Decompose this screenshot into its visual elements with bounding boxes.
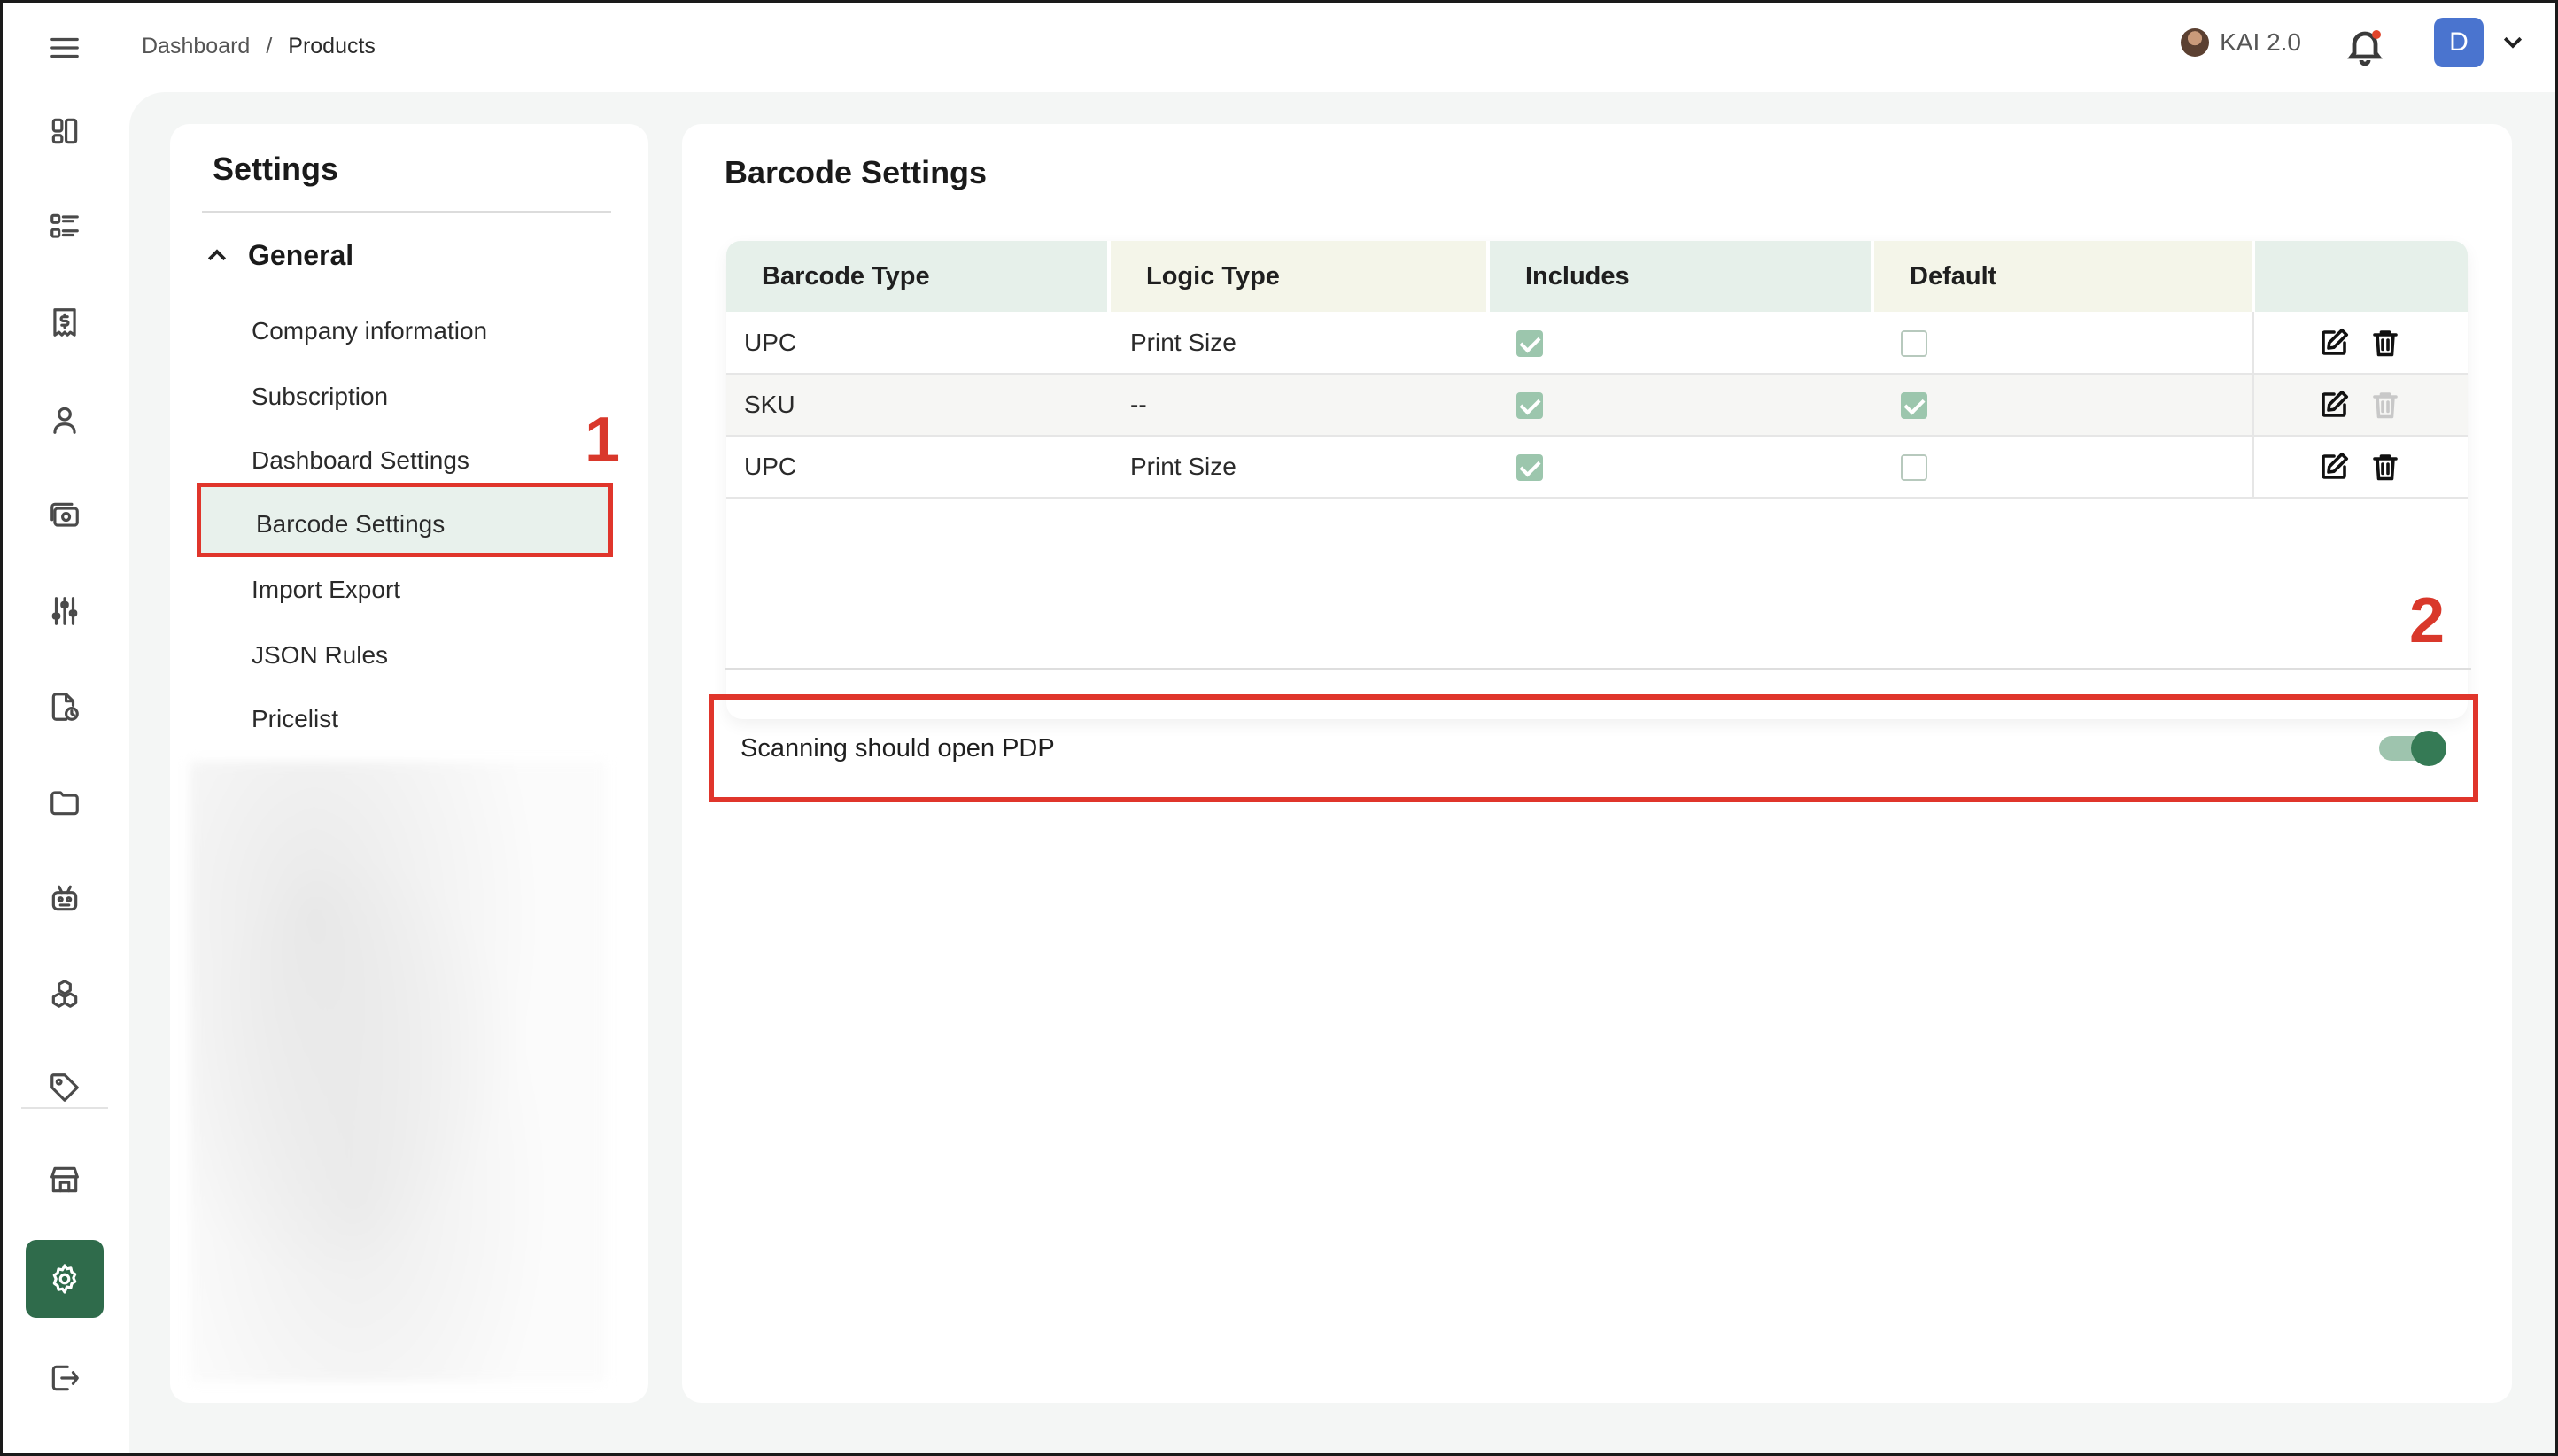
cell-barcode-type: UPC (726, 312, 1109, 375)
barcode-settings-panel: Barcode Settings Barcode Type Logic Type… (682, 124, 2512, 1403)
page-title: Barcode Settings (725, 154, 988, 190)
column-default: Default (1872, 241, 2255, 312)
settings-gear-icon[interactable] (26, 1240, 104, 1318)
scan-open-pdp-row: Scanning should open PDP (709, 694, 2478, 802)
breadcrumb-products: Products (288, 34, 376, 58)
toggle-knob (2411, 731, 2446, 766)
column-includes: Includes (1488, 241, 1874, 312)
notification-bell-icon[interactable] (2344, 25, 2386, 67)
menu-icon[interactable] (26, 9, 104, 87)
breadcrumb: Dashboard / Products (142, 34, 376, 59)
user-icon[interactable] (26, 381, 104, 459)
settings-item-dashboard-settings[interactable]: Dashboard Settings (252, 443, 469, 478)
default-checkbox[interactable] (1901, 392, 1927, 420)
annotation-2: 2 (2409, 585, 2446, 656)
settings-panel: Settings General Company information Sub… (170, 124, 648, 1403)
cell-logic-type: -- (1109, 374, 1488, 437)
kai-assistant-button[interactable]: KAI 2.0 (2181, 28, 2301, 57)
store-icon[interactable] (26, 1141, 104, 1219)
column-actions (2253, 241, 2468, 312)
rail-divider (21, 1107, 108, 1109)
settings-item-subscription[interactable]: Subscription (252, 379, 388, 414)
cell-barcode-type: SKU (726, 374, 1109, 437)
settings-divider (202, 211, 611, 213)
user-avatar[interactable]: D (2434, 18, 2484, 67)
settings-item-pricelist[interactable]: Pricelist (252, 701, 338, 737)
includes-checkbox[interactable] (1516, 392, 1543, 420)
tag-icon[interactable] (26, 1049, 104, 1127)
top-bar: Dashboard / Products KAI 2.0 D (129, 0, 2558, 92)
edit-icon[interactable] (2318, 451, 2350, 483)
blurred-region (190, 762, 606, 1382)
settings-item-import-export[interactable]: Import Export (252, 572, 400, 608)
breadcrumb-dashboard[interactable]: Dashboard (142, 34, 250, 59)
trash-icon[interactable] (2369, 451, 2401, 483)
logout-icon[interactable] (26, 1339, 104, 1417)
cell-logic-type: Print Size (1109, 436, 1488, 499)
default-checkbox[interactable] (1901, 329, 1927, 357)
includes-checkbox[interactable] (1516, 329, 1543, 357)
kai-avatar (2181, 28, 2210, 57)
settings-item-barcode-settings[interactable]: Barcode Settings (197, 483, 613, 557)
left-rail (0, 0, 129, 1456)
folder-icon[interactable] (26, 763, 104, 841)
table-row: UPC Print Size (726, 436, 2468, 499)
group-general-toggle[interactable]: General (204, 239, 353, 272)
table-header-row: Barcode Type Logic Type Includes Default (726, 241, 2468, 312)
scan-open-pdp-label: Scanning should open PDP (740, 733, 1055, 763)
cubes-icon[interactable] (26, 955, 104, 1033)
settings-title: Settings (213, 151, 339, 187)
settings-item-company-information[interactable]: Company information (252, 314, 487, 349)
column-barcode-type: Barcode Type (726, 241, 1111, 312)
trash-icon[interactable] (2369, 327, 2401, 359)
kai-label: KAI 2.0 (2220, 28, 2301, 56)
scan-open-pdp-toggle[interactable] (2379, 731, 2446, 766)
money-icon[interactable] (26, 476, 104, 554)
cell-logic-type: Print Size (1109, 312, 1488, 375)
invoice-dollar-icon[interactable] (26, 283, 104, 361)
edit-icon[interactable] (2318, 389, 2350, 421)
dashboard-grid-icon[interactable] (26, 92, 104, 170)
chevron-up-icon (207, 248, 227, 260)
group-general-label: General (248, 239, 354, 271)
default-checkbox[interactable] (1901, 454, 1927, 482)
table-row: UPC Print Size (726, 312, 2468, 375)
edit-icon[interactable] (2318, 327, 2350, 359)
barcode-table: Barcode Type Logic Type Includes Default… (726, 241, 2468, 499)
breadcrumb-separator: / (266, 34, 273, 58)
includes-checkbox[interactable] (1516, 454, 1543, 482)
cell-barcode-type: UPC (726, 436, 1109, 499)
document-clock-icon[interactable] (26, 668, 104, 746)
annotation-1: 1 (585, 405, 621, 476)
table-row: SKU -- (726, 374, 2468, 437)
settings-item-json-rules[interactable]: JSON Rules (252, 638, 388, 673)
section-divider (725, 668, 2471, 670)
list-icon[interactable] (26, 188, 104, 266)
trash-icon (2369, 389, 2401, 421)
sliders-icon[interactable] (26, 572, 104, 650)
notification-dot (2372, 30, 2381, 39)
column-logic-type: Logic Type (1109, 241, 1490, 312)
robot-icon[interactable] (26, 859, 104, 937)
barcode-table-card: Barcode Type Logic Type Includes Default… (726, 241, 2468, 719)
chevron-down-icon[interactable] (2500, 28, 2526, 55)
